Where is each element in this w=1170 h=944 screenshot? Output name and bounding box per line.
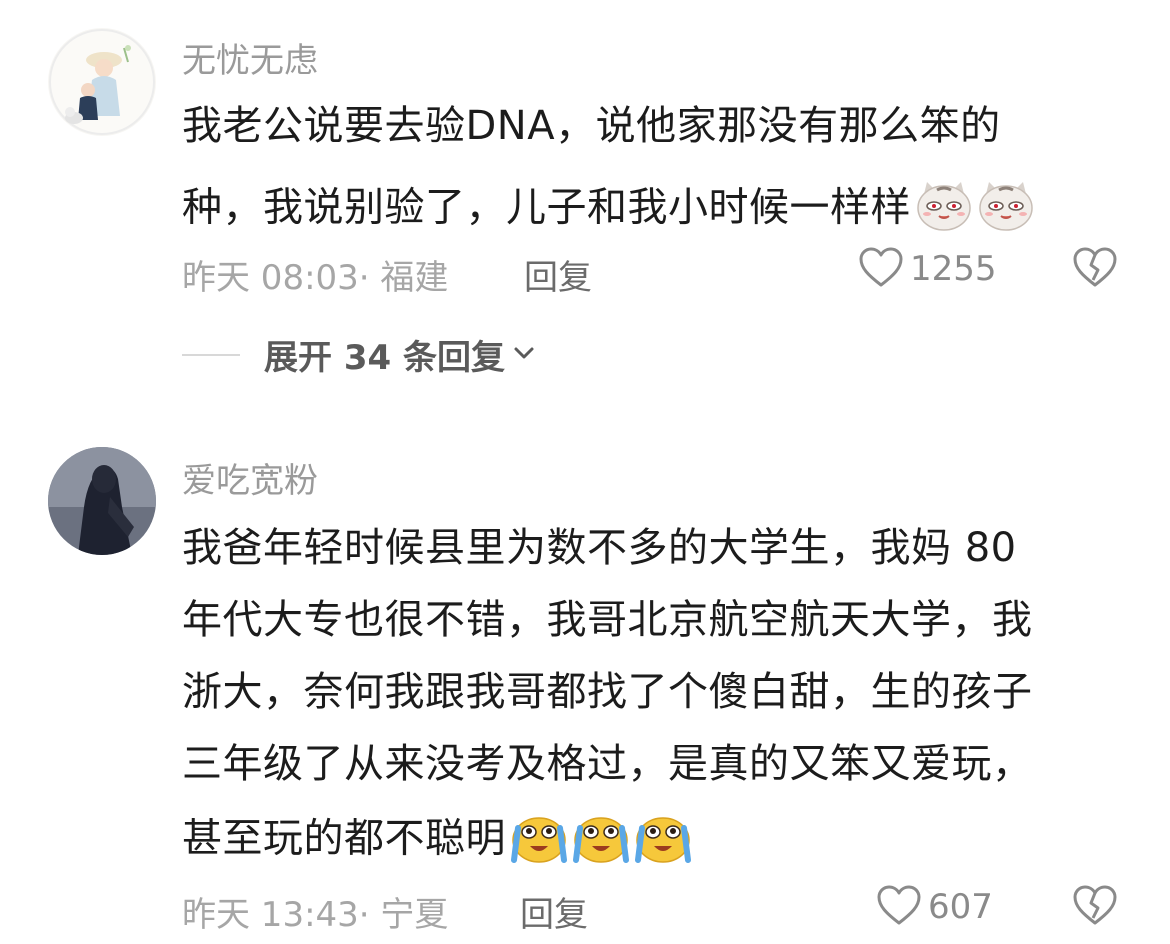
crying-face-emoji bbox=[634, 810, 692, 871]
like-button[interactable]: 1255 bbox=[858, 246, 997, 292]
username[interactable]: 无忧无虑 bbox=[182, 33, 318, 82]
comment-text-line: 种，我说别验了，儿子和我小时候一样样 bbox=[182, 180, 1035, 239]
comment-meta: 昨天 13:43· 宁夏 bbox=[182, 895, 449, 935]
avatar[interactable] bbox=[48, 28, 156, 136]
heart-outline-icon bbox=[876, 884, 922, 930]
expand-replies-button[interactable]: 展开 34 条回复 bbox=[182, 330, 537, 379]
username[interactable]: 爱吃宽粉 bbox=[182, 453, 318, 502]
comment-text-segment: 甚至玩的都不聪明 bbox=[182, 815, 506, 862]
cat-face-emoji bbox=[977, 180, 1035, 239]
comment-text-line: 浙大，奈何我跟我哥都找了个傻白甜，生的孩子 bbox=[182, 669, 1033, 715]
comment-text-line: 我老公说要去验DNA，说他家那没有那么笨的 bbox=[182, 103, 1001, 149]
chevron-down-icon bbox=[511, 343, 537, 367]
reply-button[interactable]: 回复 bbox=[524, 250, 592, 299]
reply-button[interactable]: 回复 bbox=[520, 887, 588, 936]
crying-face-emoji bbox=[572, 810, 630, 871]
like-count: 607 bbox=[928, 887, 993, 927]
comment-text-segment: 种，我说别验了，儿子和我小时候一样样 bbox=[182, 184, 911, 231]
crying-face-emoji bbox=[510, 810, 568, 871]
comment-text-line: 甚至玩的都不聪明 bbox=[182, 810, 692, 871]
broken-heart-icon bbox=[1072, 247, 1118, 292]
like-count: 1255 bbox=[910, 249, 997, 289]
like-button[interactable]: 607 bbox=[876, 884, 993, 930]
expand-replies-label: 展开 34 条回复 bbox=[264, 338, 505, 378]
divider bbox=[182, 353, 240, 356]
dislike-button[interactable] bbox=[1072, 884, 1118, 930]
cat-face-emoji bbox=[915, 180, 973, 239]
comment-text-line: 年代大专也很不错，我哥北京航空航天大学，我 bbox=[182, 597, 1033, 643]
comment-text-line: 三年级了从来没考及格过，是真的又笨又爱玩， bbox=[182, 741, 1033, 787]
dislike-button[interactable] bbox=[1072, 246, 1118, 292]
avatar[interactable] bbox=[48, 447, 156, 555]
heart-outline-icon bbox=[858, 246, 904, 292]
comment-meta: 昨天 08:03· 福建 bbox=[182, 258, 449, 298]
broken-heart-icon bbox=[1072, 885, 1118, 930]
comment-text-line: 我爸年轻时候县里为数不多的大学生，我妈 80 bbox=[182, 525, 1017, 571]
